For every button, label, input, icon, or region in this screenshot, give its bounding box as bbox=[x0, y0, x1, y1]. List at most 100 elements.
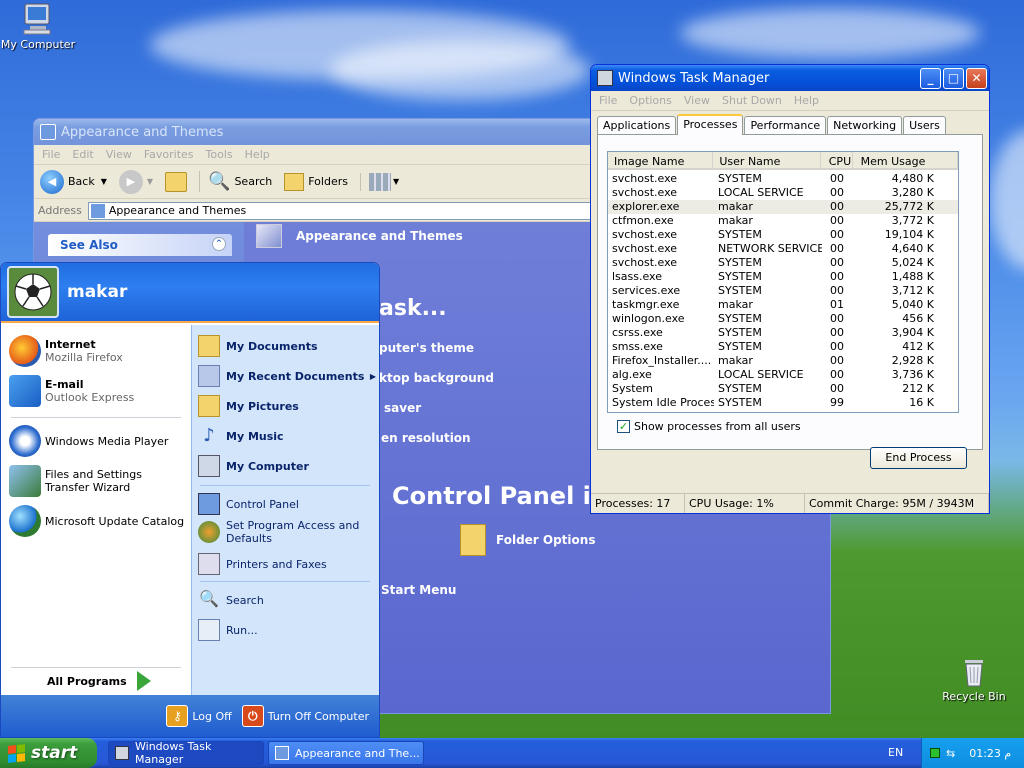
cell-image-name: lsass.exe bbox=[612, 270, 662, 283]
folder-options-link[interactable]: Folder Options bbox=[460, 524, 595, 556]
start-menu-link[interactable]: Start Menu bbox=[381, 583, 456, 597]
recent-transfer-wizard[interactable]: Files and Settings Transfer Wizard bbox=[9, 465, 189, 497]
table-row[interactable]: csrss.exe SYSTEM 00 3,904 K bbox=[608, 326, 958, 340]
task-manager-titlebar[interactable]: Windows Task Manager _ □ ✕ bbox=[591, 65, 989, 91]
language-indicator[interactable]: EN bbox=[888, 746, 903, 759]
show-all-processes[interactable]: ✓ Show processes from all users bbox=[617, 420, 801, 433]
menu-help[interactable]: Help bbox=[239, 148, 276, 161]
end-process-button[interactable]: End Process bbox=[870, 447, 967, 469]
my-computer-link[interactable]: My Computer bbox=[198, 455, 309, 477]
table-row[interactable]: System SYSTEM 00 212 K bbox=[608, 382, 958, 396]
menu-view[interactable]: View bbox=[678, 94, 716, 107]
table-row[interactable]: svchost.exe NETWORK SERVICE 00 4,640 K bbox=[608, 242, 958, 256]
menu-view[interactable]: View bbox=[100, 148, 138, 161]
tab-performance[interactable]: Performance bbox=[744, 116, 827, 135]
see-also-header[interactable]: See Also ⌃ bbox=[48, 234, 232, 256]
up-folder-button[interactable] bbox=[165, 171, 188, 192]
task-link-theme[interactable]: puter's theme bbox=[379, 341, 474, 355]
table-row[interactable]: Firefox_Installer.... makar 00 2,928 K bbox=[608, 354, 958, 368]
table-row[interactable]: taskmgr.exe makar 01 5,040 K bbox=[608, 298, 958, 312]
clock[interactable]: 01:23 م bbox=[969, 747, 1011, 760]
search-link[interactable]: 🔍 Search bbox=[198, 589, 264, 611]
recent-update-catalog[interactable]: Microsoft Update Catalog bbox=[9, 505, 184, 537]
menu-file[interactable]: File bbox=[36, 148, 66, 161]
desktop-icon-recycle-bin[interactable]: Recycle Bin bbox=[936, 656, 1012, 703]
menu-edit[interactable]: Edit bbox=[66, 148, 99, 161]
tab-users[interactable]: Users bbox=[903, 116, 946, 135]
minimize-button[interactable]: _ bbox=[920, 67, 941, 89]
task-link-resolution[interactable]: en resolution bbox=[381, 431, 471, 445]
all-programs-button[interactable]: All Programs bbox=[47, 671, 151, 691]
start-button[interactable]: start bbox=[0, 738, 97, 768]
log-off-button[interactable]: ⚷ Log Off bbox=[166, 705, 232, 727]
table-row[interactable]: ctfmon.exe makar 00 3,772 K bbox=[608, 214, 958, 228]
close-button[interactable]: ✕ bbox=[966, 67, 987, 89]
table-row[interactable]: svchost.exe SYSTEM 00 4,480 K bbox=[608, 172, 958, 186]
table-row[interactable]: winlogon.exe SYSTEM 00 456 K bbox=[608, 312, 958, 326]
task-manager-tray-icon[interactable] bbox=[930, 748, 940, 758]
menu-options[interactable]: Options bbox=[623, 94, 677, 107]
back-button[interactable]: ◀ Back ▼ bbox=[40, 169, 107, 194]
column-user-name[interactable]: User Name bbox=[713, 152, 821, 168]
menu-file[interactable]: File bbox=[593, 94, 623, 107]
my-pictures-link[interactable]: My Pictures bbox=[198, 395, 299, 417]
my-music-link[interactable]: ♪ My Music bbox=[198, 425, 283, 447]
folders-button[interactable]: Folders bbox=[284, 172, 348, 191]
control-panel-icon bbox=[198, 493, 220, 515]
maximize-button[interactable]: □ bbox=[943, 67, 964, 89]
menu-shut-down[interactable]: Shut Down bbox=[716, 94, 788, 107]
cell-user-name: SYSTEM bbox=[718, 396, 762, 409]
pinned-email[interactable]: E-mail Outlook Express bbox=[9, 375, 134, 407]
task-link-background[interactable]: ktop background bbox=[379, 371, 494, 385]
cell-mem-usage: 5,024 K bbox=[891, 256, 934, 269]
table-row[interactable]: services.exe SYSTEM 00 3,712 K bbox=[608, 284, 958, 298]
column-cpu[interactable]: CPU bbox=[821, 152, 853, 168]
chevron-down-icon[interactable]: ▼ bbox=[393, 177, 399, 186]
network-tray-icon[interactable]: ⇆ bbox=[946, 747, 955, 760]
show-all-checkbox[interactable]: ✓ bbox=[617, 420, 630, 433]
table-row[interactable]: System Idle Process SYSTEM 99 16 K bbox=[608, 396, 958, 410]
process-list[interactable]: Image Name User Name CPU Mem Usage svcho… bbox=[607, 151, 959, 413]
search-icon: 🔍 bbox=[199, 589, 219, 608]
chevron-down-icon[interactable]: ▼ bbox=[101, 177, 107, 186]
table-row[interactable]: svchost.exe SYSTEM 00 19,104 K bbox=[608, 228, 958, 242]
search-button[interactable]: 🔍 Search bbox=[199, 171, 272, 192]
table-row[interactable]: smss.exe SYSTEM 00 412 K bbox=[608, 340, 958, 354]
table-row[interactable]: lsass.exe SYSTEM 00 1,488 K bbox=[608, 270, 958, 284]
my-documents-link[interactable]: My Documents bbox=[198, 335, 318, 357]
tab-applications[interactable]: Applications bbox=[597, 116, 677, 135]
taskbar-item-task-manager[interactable]: Windows Task Manager bbox=[108, 740, 264, 766]
my-recent-documents-link[interactable]: My Recent Documents ▶ bbox=[198, 365, 376, 387]
task-link-screensaver[interactable]: saver bbox=[384, 401, 421, 415]
recent-media-player[interactable]: Windows Media Player bbox=[9, 425, 168, 457]
tab-processes[interactable]: Processes bbox=[677, 114, 744, 135]
taskbar-item-appearance[interactable]: Appearance and The... bbox=[268, 741, 424, 765]
menu-tools[interactable]: Tools bbox=[200, 148, 239, 161]
desktop-icon-my-computer[interactable]: My Computer bbox=[0, 2, 76, 51]
control-panel-link[interactable]: Control Panel bbox=[198, 493, 299, 515]
table-row[interactable]: svchost.exe SYSTEM 00 5,024 K bbox=[608, 256, 958, 270]
menu-favorites[interactable]: Favorites bbox=[138, 148, 200, 161]
column-image-name[interactable]: Image Name bbox=[608, 152, 714, 168]
menu-help[interactable]: Help bbox=[788, 94, 825, 107]
cell-image-name: svchost.exe bbox=[612, 256, 678, 269]
tab-networking[interactable]: Networking bbox=[827, 116, 903, 135]
collapse-icon[interactable]: ⌃ bbox=[212, 237, 226, 251]
table-row[interactable]: svchost.exe LOCAL SERVICE 00 3,280 K bbox=[608, 186, 958, 200]
forward-button[interactable]: ▶ ▼ bbox=[118, 169, 153, 194]
printers-faxes-link[interactable]: Printers and Faxes bbox=[198, 553, 327, 575]
chevron-down-icon[interactable]: ▼ bbox=[147, 177, 153, 186]
up-folder-icon bbox=[165, 171, 188, 192]
table-row[interactable]: alg.exe LOCAL SERVICE 00 3,736 K bbox=[608, 368, 958, 382]
turn-off-button[interactable]: ⏻ Turn Off Computer bbox=[241, 705, 369, 727]
column-mem-usage[interactable]: Mem Usage bbox=[853, 152, 958, 168]
cell-image-name: services.exe bbox=[612, 284, 681, 297]
table-row[interactable]: explorer.exe makar 00 25,772 K bbox=[608, 200, 958, 214]
pinned-internet[interactable]: Internet Mozilla Firefox bbox=[9, 335, 123, 367]
views-button[interactable]: ▼ bbox=[359, 172, 399, 191]
cell-user-name: LOCAL SERVICE bbox=[718, 186, 804, 199]
run-link[interactable]: Run... bbox=[198, 619, 258, 641]
set-program-access-link[interactable]: Set Program Access and Defaults bbox=[198, 519, 373, 545]
avatar[interactable] bbox=[7, 266, 59, 318]
control-panel-icon bbox=[40, 124, 56, 140]
